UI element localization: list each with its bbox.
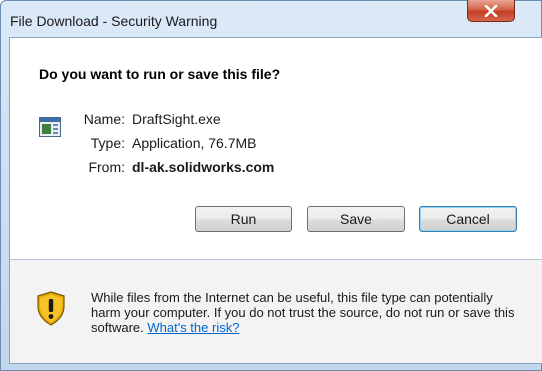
security-warning-dialog: File Download - Security Warning Do you … [0, 0, 542, 371]
dialog-content: Do you want to run or save this file? Na… [9, 37, 542, 364]
cancel-button[interactable]: Cancel [419, 206, 517, 232]
application-file-icon [39, 117, 61, 137]
warning-footer: While files from the Internet can be use… [10, 260, 542, 363]
dialog-question: Do you want to run or save this file? [39, 66, 281, 82]
run-button[interactable]: Run [195, 206, 292, 232]
security-shield-icon [37, 291, 65, 326]
close-icon [484, 4, 498, 17]
file-name-row: Name: DraftSight.exe [62, 111, 221, 127]
file-type-row: Type: Application, 76.7MB [62, 135, 257, 151]
file-type-label: Type: [90, 135, 125, 151]
whats-the-risk-link[interactable]: What's the risk? [147, 320, 239, 335]
save-button[interactable]: Save [307, 206, 405, 232]
file-from-label: From: [88, 159, 125, 175]
close-button[interactable] [467, 0, 515, 22]
file-from-value: dl-ak.solidworks.com [132, 159, 275, 175]
warning-message: While files from the Internet can be use… [91, 290, 521, 335]
file-name-value: DraftSight.exe [132, 111, 221, 127]
file-type-value: Application, 76.7MB [132, 135, 257, 151]
file-name-label: Name: [83, 111, 125, 127]
window-title: File Download - Security Warning [10, 13, 218, 29]
file-from-row: From: dl-ak.solidworks.com [62, 159, 274, 175]
